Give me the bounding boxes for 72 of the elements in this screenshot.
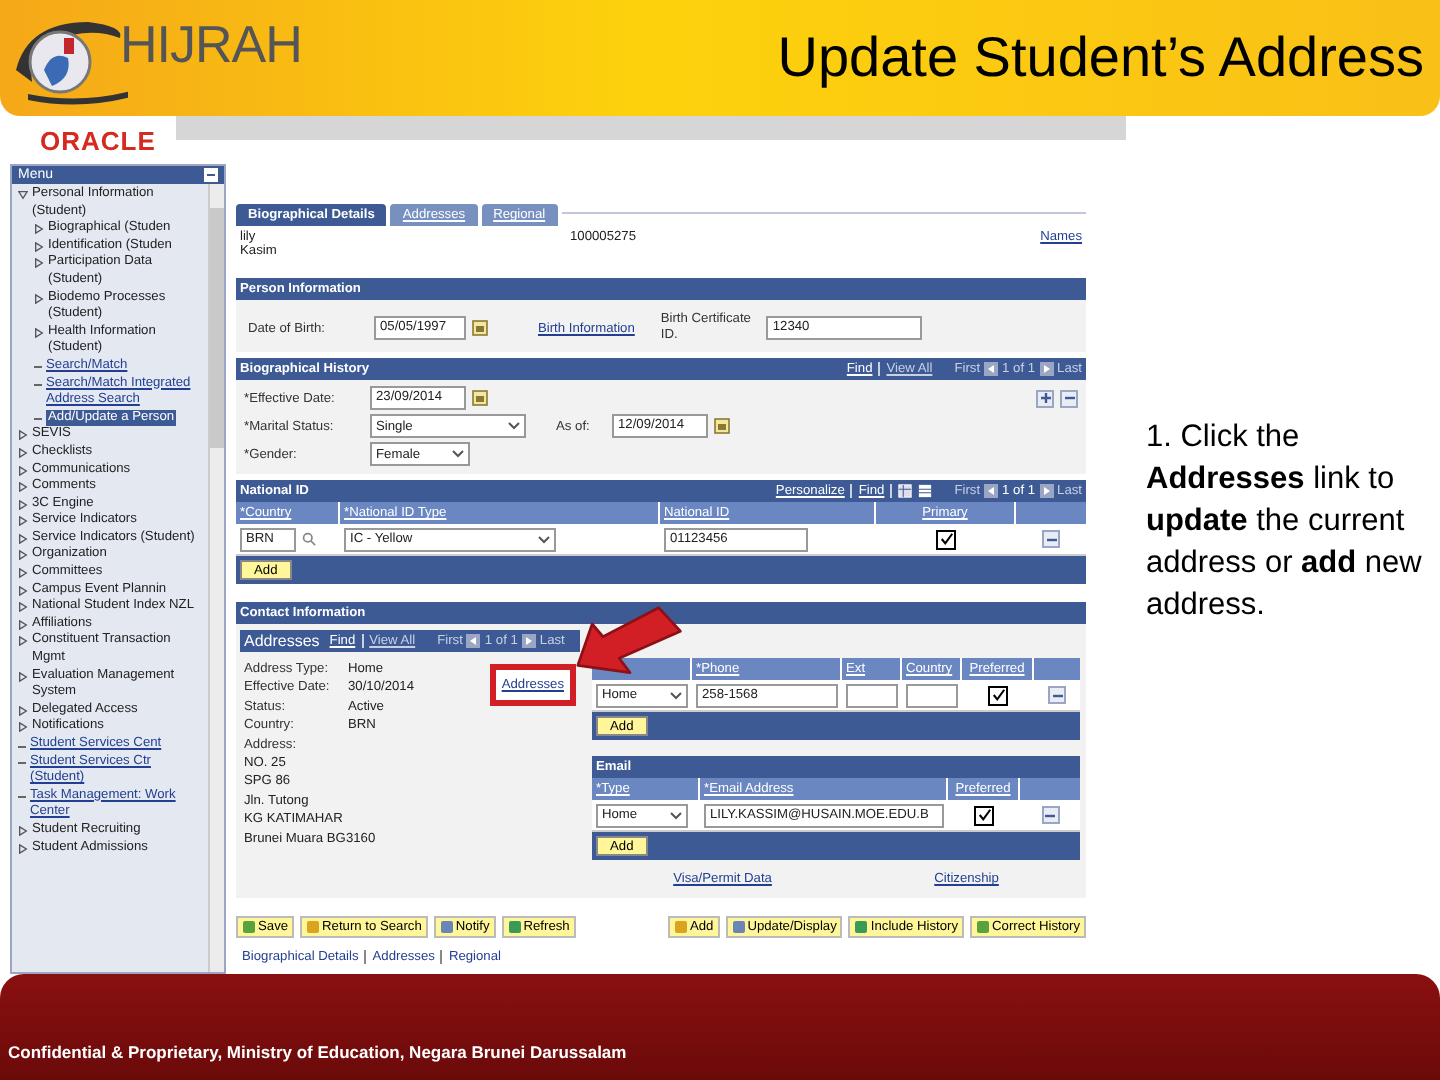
minus-icon bbox=[1045, 533, 1057, 545]
section-title: Addresses bbox=[244, 632, 320, 650]
plus-icon bbox=[1039, 392, 1051, 404]
grid-icon[interactable] bbox=[898, 484, 913, 498]
collapse-icon[interactable] bbox=[204, 168, 218, 182]
chevron-icon bbox=[508, 422, 520, 430]
previous-arrow-icon[interactable] bbox=[466, 634, 481, 648]
collapsed-triangle-icon[interactable] bbox=[18, 568, 28, 579]
next-arrow-icon[interactable] bbox=[521, 634, 536, 648]
next-arrow-icon[interactable] bbox=[1039, 362, 1054, 376]
table-icon[interactable] bbox=[918, 484, 933, 498]
collapsed-triangle-icon[interactable] bbox=[18, 550, 28, 561]
instruction-text: 1. Click the Addresses link to update the current address or add new address. bbox=[1146, 420, 1422, 622]
checkbox[interactable] bbox=[936, 529, 956, 549]
collapsed-triangle-icon[interactable] bbox=[18, 447, 28, 458]
scrollbar[interactable] bbox=[208, 184, 224, 972]
next-arrow-icon[interactable] bbox=[1039, 484, 1054, 498]
checkbox[interactable] bbox=[974, 805, 994, 825]
square-icon bbox=[976, 920, 991, 934]
collapsed-triangle-icon[interactable] bbox=[18, 636, 28, 647]
collapsed-triangle-icon[interactable] bbox=[18, 722, 28, 733]
collapsed-triangle-icon[interactable] bbox=[18, 671, 28, 682]
collapsed-triangle-icon[interactable] bbox=[18, 430, 28, 441]
logo-text: HIJRAH bbox=[120, 13, 302, 75]
collapsed-triangle-icon[interactable] bbox=[18, 619, 28, 630]
collapsed-triangle-icon[interactable] bbox=[18, 825, 28, 836]
slide-title: Update Student’s Address bbox=[777, 26, 1424, 90]
oracle-logo: ORACLE bbox=[40, 125, 156, 155]
minus-icon bbox=[1051, 689, 1063, 701]
collapsed-triangle-icon[interactable] bbox=[18, 499, 28, 510]
square-icon bbox=[242, 920, 256, 934]
collapsed-triangle-icon[interactable] bbox=[18, 533, 28, 544]
chevron-icon bbox=[670, 811, 682, 819]
collapsed-triangle-icon[interactable] bbox=[34, 224, 44, 235]
collapsed-triangle-icon[interactable] bbox=[18, 585, 28, 596]
collapsed-triangle-icon[interactable] bbox=[18, 482, 28, 493]
checkbox[interactable] bbox=[988, 685, 1008, 705]
delete-row-button[interactable] bbox=[1042, 530, 1060, 548]
square-icon bbox=[439, 920, 454, 934]
collapsed-triangle-icon[interactable] bbox=[34, 241, 44, 252]
delete-row-button[interactable] bbox=[1048, 686, 1066, 704]
square-icon bbox=[306, 920, 321, 934]
chevron-icon bbox=[538, 535, 550, 543]
square-icon bbox=[731, 920, 746, 934]
collapsed-triangle-icon[interactable] bbox=[18, 705, 28, 716]
square-icon bbox=[507, 920, 522, 934]
square-icon bbox=[673, 920, 688, 934]
collapsed-triangle-icon[interactable] bbox=[34, 327, 44, 338]
chevron-icon bbox=[670, 691, 682, 699]
square-icon bbox=[854, 920, 869, 934]
expanded-triangle-icon[interactable] bbox=[18, 190, 28, 200]
chevron-icon bbox=[452, 450, 464, 458]
previous-arrow-icon[interactable] bbox=[984, 362, 999, 376]
footer-text: Confidential & Proprietary, Ministry of Education, Negara Brunei Darussalam bbox=[8, 1042, 627, 1062]
minus-icon bbox=[1063, 392, 1075, 404]
calendar-icon[interactable] bbox=[472, 390, 488, 406]
country-code-field[interactable] bbox=[906, 683, 958, 707]
calendar-icon[interactable] bbox=[472, 320, 488, 336]
collapsed-triangle-icon[interactable] bbox=[18, 465, 28, 475]
search-icon[interactable] bbox=[302, 532, 316, 546]
collapsed-triangle-icon[interactable] bbox=[18, 843, 28, 854]
add-row-button[interactable] bbox=[1036, 389, 1054, 407]
collapsed-triangle-icon[interactable] bbox=[34, 258, 44, 269]
minus-icon bbox=[1044, 809, 1056, 821]
collapsed-triangle-icon[interactable] bbox=[34, 293, 44, 304]
extension-field[interactable] bbox=[846, 683, 898, 707]
calendar-icon[interactable] bbox=[714, 418, 730, 434]
collapsed-triangle-icon[interactable] bbox=[18, 516, 28, 527]
delete-row-button[interactable] bbox=[1041, 806, 1059, 824]
collapsed-triangle-icon[interactable] bbox=[18, 602, 28, 613]
previous-arrow-icon[interactable] bbox=[984, 484, 999, 498]
delete-row-button[interactable] bbox=[1060, 389, 1078, 407]
